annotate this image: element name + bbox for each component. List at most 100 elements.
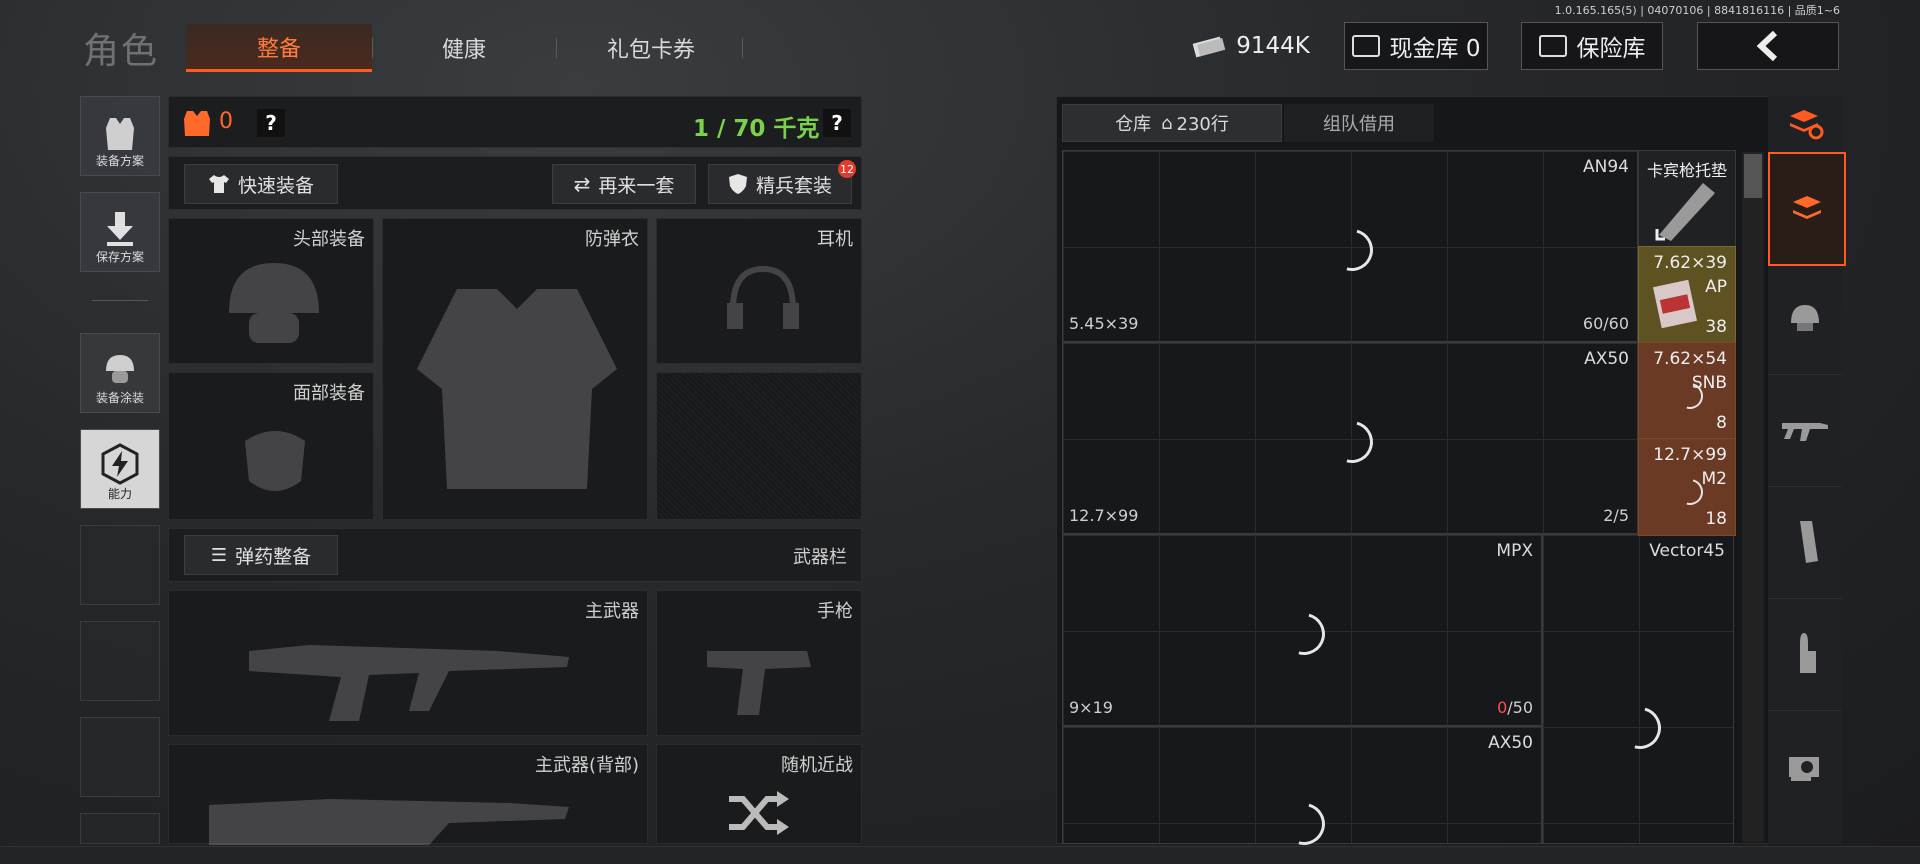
ammo-type: M2 xyxy=(1701,469,1727,489)
vest-icon xyxy=(106,118,134,150)
equip-plan-label: 装备方案 xyxy=(95,154,144,168)
body-armor-slot[interactable]: 防弹衣 xyxy=(382,218,648,520)
elite-set-button[interactable]: 精兵套装 xyxy=(708,164,852,204)
face-gear-slot[interactable]: 面部装备 xyxy=(168,372,374,520)
tab-equip[interactable]: 整备 xyxy=(186,24,372,72)
ammo-count: 18 xyxy=(1705,509,1727,529)
filter-all-button[interactable] xyxy=(1768,152,1846,266)
notification-badge: 12 xyxy=(838,160,856,178)
tab-team-borrow[interactable]: 组队借用 xyxy=(1284,104,1434,142)
back-weapon-label: 主武器(背部) xyxy=(534,755,639,776)
tab-divider xyxy=(556,38,557,58)
weapon-bar-label: 武器栏 xyxy=(793,547,847,568)
back-weapon-slot[interactable]: 主武器(背部) xyxy=(168,744,648,845)
weapon-item-vector45[interactable]: Vector45 xyxy=(1542,534,1734,844)
home-icon: ⌂ xyxy=(1161,112,1173,134)
tab-health[interactable]: 健康 xyxy=(374,24,554,72)
sidebar-divider xyxy=(92,300,148,301)
loading-spinner-icon xyxy=(1275,795,1333,853)
item-name: AX50 xyxy=(1488,733,1533,753)
item-name: MPX xyxy=(1496,541,1533,561)
ammo-capacity: /50 xyxy=(1507,698,1533,717)
extra-slot xyxy=(656,372,862,520)
weapon-item-mpx[interactable]: MPX 9×19 0/50 xyxy=(1062,534,1542,726)
headset-slot[interactable]: 耳机 xyxy=(656,218,862,364)
storage-tab-label: 仓库 xyxy=(1115,114,1152,135)
item-ammo-count: 2/5 xyxy=(1603,506,1629,525)
weapon-item-ax50[interactable]: AX50 12.7×99 2/5 xyxy=(1062,342,1638,534)
filter-rifle-button[interactable] xyxy=(1768,374,1842,487)
layers-sort-icon xyxy=(1790,110,1824,140)
money-icon xyxy=(1192,36,1226,58)
sort-button[interactable] xyxy=(1768,96,1842,153)
pistol-slot[interactable]: 手枪 xyxy=(656,590,862,736)
shirt-icon xyxy=(208,175,229,193)
filter-scope-button[interactable] xyxy=(1768,710,1842,822)
weight-display: 1 / 70 千克 xyxy=(693,116,820,142)
headset-label: 耳机 xyxy=(817,229,853,250)
vault-icon xyxy=(1351,35,1380,57)
weapon-item-an94[interactable]: AN94 5.45×39 60/60 xyxy=(1062,150,1638,342)
body-armor-label: 防弹衣 xyxy=(585,229,639,250)
tab-divider xyxy=(372,38,373,58)
elite-set-label: 精兵套装 xyxy=(755,174,832,197)
armor-help-icon[interactable]: ? xyxy=(257,109,285,137)
scrollbar-thumb[interactable] xyxy=(1744,154,1762,198)
empty-slot xyxy=(80,813,160,844)
currency-amount: 9144K xyxy=(1236,33,1310,59)
download-icon xyxy=(107,212,133,246)
save-plan-button[interactable]: 保存方案 xyxy=(80,192,160,272)
ammo-count: 8 xyxy=(1716,413,1727,433)
quick-equip-button[interactable]: 快速装备 xyxy=(184,164,338,204)
ammo-item-762x54[interactable]: 7.62×54 SNB 8 xyxy=(1638,342,1736,440)
ability-button[interactable]: 能力 xyxy=(80,429,160,509)
pistol-icon xyxy=(707,651,811,715)
ability-icon xyxy=(101,443,139,485)
loading-spinner-icon xyxy=(1275,605,1333,663)
ammo-caliber: 12.7×99 xyxy=(1653,445,1727,465)
safe-box-label: 保险库 xyxy=(1576,36,1646,62)
refresh-icon: ⇄ xyxy=(573,172,591,196)
helmet-paint-icon xyxy=(106,355,134,383)
quick-equip-label: 快速装备 xyxy=(237,174,314,197)
ammo-item-762x39[interactable]: 7.62×39 AP 38 xyxy=(1638,246,1736,344)
warehouse-scrollbar[interactable] xyxy=(1742,152,1764,842)
weapon-item-ax50-2[interactable]: AX50 xyxy=(1062,726,1542,853)
filter-ammo-button[interactable] xyxy=(1768,598,1842,711)
ammo-item-127x99[interactable]: 12.7×99 M2 18 xyxy=(1638,438,1736,536)
ammo-icon: ☰ xyxy=(210,544,228,566)
page-title: 角色 xyxy=(83,31,160,72)
filter-helmet-button[interactable] xyxy=(1768,262,1842,375)
carbine-pad-item[interactable]: 卡宾枪托垫 xyxy=(1638,150,1736,248)
pistol-label: 手枪 xyxy=(817,601,853,622)
loading-spinner-icon xyxy=(1323,221,1381,279)
save-plan-label: 保存方案 xyxy=(95,250,144,264)
shield-icon xyxy=(728,174,747,194)
item-caliber: 12.7×99 xyxy=(1069,506,1139,525)
tab-divider xyxy=(742,38,743,58)
tab-storage[interactable]: 仓库 ⌂ 230行 xyxy=(1062,104,1282,142)
equip-paint-button[interactable]: 装备涂装 xyxy=(80,333,160,413)
cash-vault-button[interactable]: 现金库 0 xyxy=(1344,22,1488,70)
item-name: AN94 xyxy=(1583,157,1629,177)
ammo-prep-button[interactable]: ☰ 弹药整备 xyxy=(184,535,338,575)
again-set-button[interactable]: ⇄ 再来一套 xyxy=(552,164,696,204)
tab-gift-cards[interactable]: 礼包卡券 xyxy=(558,24,744,72)
equip-plan-button[interactable]: 装备方案 xyxy=(80,96,160,176)
stock-pad-icon xyxy=(1655,183,1715,241)
equip-paint-label: 装备涂装 xyxy=(95,391,144,405)
weight-help-icon[interactable]: ? xyxy=(823,109,851,137)
safe-box-button[interactable]: 保险库 xyxy=(1521,22,1663,70)
head-gear-slot[interactable]: 头部装备 xyxy=(168,218,374,364)
back-button[interactable] xyxy=(1697,22,1839,70)
face-gear-label: 面部装备 xyxy=(293,383,365,404)
item-ammo-count: 60/60 xyxy=(1582,314,1629,333)
filter-magazine-button[interactable] xyxy=(1768,486,1842,599)
rifle-icon xyxy=(249,645,569,721)
melee-slot[interactable]: 随机近战 xyxy=(656,744,862,844)
safe-icon xyxy=(1538,35,1567,57)
primary-weapon-slot[interactable]: 主武器 xyxy=(168,590,648,736)
item-name: Vector45 xyxy=(1649,541,1725,561)
ammo-caliber: 7.62×54 xyxy=(1653,349,1727,369)
equip-status-bar: 0 ? 1 / 70 千克 ? xyxy=(168,96,862,148)
